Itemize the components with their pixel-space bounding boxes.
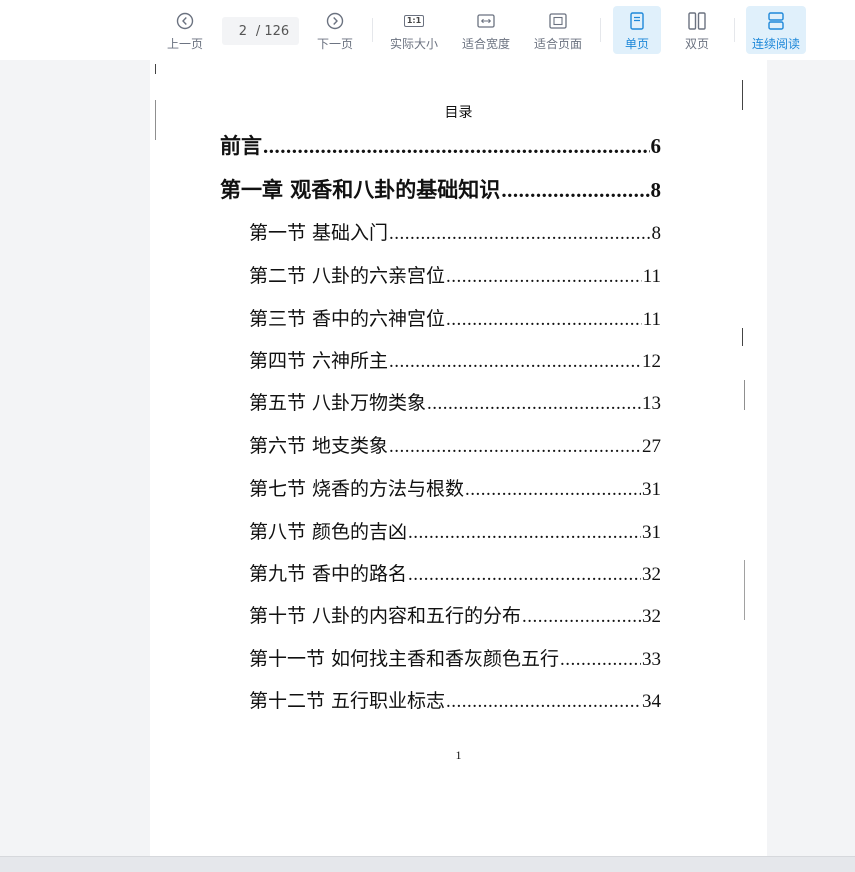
continuous-reading-icon bbox=[767, 10, 785, 32]
toc-leader-dots bbox=[446, 691, 641, 713]
toc-entry-page: 8 bbox=[651, 223, 662, 244]
scan-artifact bbox=[744, 380, 745, 410]
toc-leader-dots bbox=[501, 178, 649, 203]
toolbar: 上一页 / 126 下一页 1:1 实际大小 适合宽度 适合页面 单页 bbox=[0, 0, 855, 60]
toc-entry[interactable]: 第十一节 如何找主香和香灰颜色五行 33 bbox=[249, 644, 661, 671]
toc-leader-dots bbox=[465, 479, 641, 501]
toc-entry-title: 第一章 观香和八卦的基础知识 bbox=[220, 178, 501, 202]
actual-size-button[interactable]: 1:1 实际大小 bbox=[386, 6, 442, 54]
toc-entry-title: 第九节 香中的路名 bbox=[249, 563, 408, 585]
actual-size-icon-text: 1:1 bbox=[403, 15, 425, 27]
toc-leader-dots bbox=[263, 134, 650, 159]
next-page-button[interactable]: 下一页 bbox=[312, 6, 358, 54]
double-page-button[interactable]: 双页 bbox=[673, 6, 721, 54]
toc-leader-dots bbox=[389, 351, 641, 373]
toc-entry-page: 13 bbox=[642, 393, 661, 414]
toc-entry-title: 第十节 八卦的内容和五行的分布 bbox=[249, 605, 522, 627]
toc-entry-title: 第三节 香中的六神宫位 bbox=[249, 308, 446, 330]
toc-entry[interactable]: 第四节 六神所主 12 bbox=[249, 346, 661, 373]
continuous-reading-label: 连续阅读 bbox=[751, 37, 800, 51]
double-page-icon bbox=[688, 10, 706, 32]
scan-artifact bbox=[742, 328, 743, 346]
toc-entry[interactable]: 第一节 基础入门 8 bbox=[249, 218, 661, 245]
toc-leader-dots bbox=[522, 606, 641, 628]
toc-entry-title: 第一节 基础入门 bbox=[249, 222, 389, 244]
toc-entry[interactable]: 第二节 八卦的六亲宫位 11 bbox=[249, 261, 661, 288]
toc-entry[interactable]: 第六节 地支类象 27 bbox=[249, 431, 661, 458]
single-page-button[interactable]: 单页 bbox=[613, 6, 661, 54]
toc-entry-page: 31 bbox=[642, 522, 661, 543]
toc-entry-page: 32 bbox=[642, 606, 661, 627]
actual-size-icon: 1:1 bbox=[403, 10, 425, 32]
page-indicator: / 126 bbox=[222, 17, 299, 45]
toc-entry-title: 前言 bbox=[220, 134, 262, 158]
toc-entry-page: 31 bbox=[642, 479, 661, 500]
toc-entry-page: 27 bbox=[642, 436, 661, 457]
toc-entry-title: 第十二节 五行职业标志 bbox=[249, 690, 446, 712]
toc-entry[interactable]: 第十节 八卦的内容和五行的分布 32 bbox=[249, 601, 661, 628]
toc-leader-dots bbox=[446, 266, 642, 288]
scan-artifact bbox=[155, 64, 156, 74]
toc-leader-dots bbox=[389, 436, 641, 458]
toc-entry[interactable]: 第一章 观香和八卦的基础知识 8 bbox=[220, 174, 661, 204]
fit-width-label: 适合宽度 bbox=[461, 37, 510, 51]
horizontal-scrollbar[interactable] bbox=[0, 856, 855, 872]
toc-leader-dots bbox=[408, 564, 641, 586]
toc-entry-page: 33 bbox=[642, 649, 661, 670]
toc-entry-title: 第六节 地支类象 bbox=[249, 435, 389, 457]
fit-page-label: 适合页面 bbox=[533, 37, 582, 51]
toc-leader-dots bbox=[446, 309, 642, 331]
toc-entry[interactable]: 第七节 烧香的方法与根数 31 bbox=[249, 474, 661, 501]
next-page-label: 下一页 bbox=[316, 37, 353, 51]
toc-entry[interactable]: 第三节 香中的六神宫位 11 bbox=[249, 304, 661, 331]
toc-leader-dots bbox=[389, 223, 650, 245]
actual-size-label: 实际大小 bbox=[389, 37, 438, 51]
single-page-label: 单页 bbox=[624, 37, 649, 51]
toc-entry-page: 32 bbox=[642, 564, 661, 585]
double-page-label: 双页 bbox=[684, 37, 709, 51]
fit-page-button[interactable]: 适合页面 bbox=[530, 6, 586, 54]
document-page: 目录 前言 6 第一章 观香和八卦的基础知识 8 第一节 基础入门 8 第二节 … bbox=[150, 60, 767, 856]
continuous-reading-button[interactable]: 连续阅读 bbox=[746, 6, 806, 54]
toolbar-divider bbox=[734, 18, 735, 42]
single-page-icon bbox=[630, 10, 644, 32]
toc-entry[interactable]: 第十二节 五行职业标志 34 bbox=[249, 686, 661, 713]
toc-entry-page: 34 bbox=[642, 691, 661, 712]
toc-leader-dots bbox=[427, 393, 641, 415]
toc-entry-page: 8 bbox=[650, 178, 662, 202]
toolbar-divider bbox=[372, 18, 373, 42]
toc-entry-title: 第二节 八卦的六亲宫位 bbox=[249, 265, 446, 287]
toc-leader-dots bbox=[560, 649, 641, 671]
prev-page-button[interactable]: 上一页 bbox=[162, 6, 208, 54]
toc-entry[interactable]: 第八节 颜色的吉凶 31 bbox=[249, 517, 661, 544]
fit-width-icon bbox=[477, 10, 495, 32]
toc-entry-title: 第四节 六神所主 bbox=[249, 350, 389, 372]
fit-page-icon bbox=[549, 10, 567, 32]
toc-entry[interactable]: 前言 6 bbox=[220, 130, 661, 160]
toc-entry-page: 12 bbox=[642, 351, 661, 372]
toc-entry[interactable]: 第五节 八卦万物类象 13 bbox=[249, 388, 661, 415]
chevron-right-circle-icon bbox=[326, 10, 344, 32]
toc-entry-title: 第十一节 如何找主香和香灰颜色五行 bbox=[249, 648, 560, 670]
page-total: / 126 bbox=[255, 23, 290, 39]
toc-entry-title: 第八节 颜色的吉凶 bbox=[249, 521, 408, 543]
page-footer-number: 1 bbox=[455, 748, 462, 762]
toc-entry-page: 11 bbox=[642, 309, 661, 330]
chevron-left-circle-icon bbox=[176, 10, 194, 32]
fit-width-button[interactable]: 适合宽度 bbox=[458, 6, 514, 54]
toc-leader-dots bbox=[408, 522, 641, 544]
toc-entry-page: 11 bbox=[642, 266, 661, 287]
toolbar-divider bbox=[600, 18, 601, 42]
toc-entry-page: 6 bbox=[650, 134, 662, 158]
scan-artifact bbox=[744, 560, 745, 620]
prev-page-label: 上一页 bbox=[166, 37, 203, 51]
page-number-input[interactable] bbox=[231, 23, 254, 39]
document-viewer[interactable]: 目录 前言 6 第一章 观香和八卦的基础知识 8 第一节 基础入门 8 第二节 … bbox=[0, 60, 855, 856]
toc-entry-title: 第七节 烧香的方法与根数 bbox=[249, 478, 465, 500]
toc-entry[interactable]: 第九节 香中的路名 32 bbox=[249, 559, 661, 586]
toc-title: 目录 bbox=[444, 105, 473, 121]
toc-entry-title: 第五节 八卦万物类象 bbox=[249, 392, 427, 414]
